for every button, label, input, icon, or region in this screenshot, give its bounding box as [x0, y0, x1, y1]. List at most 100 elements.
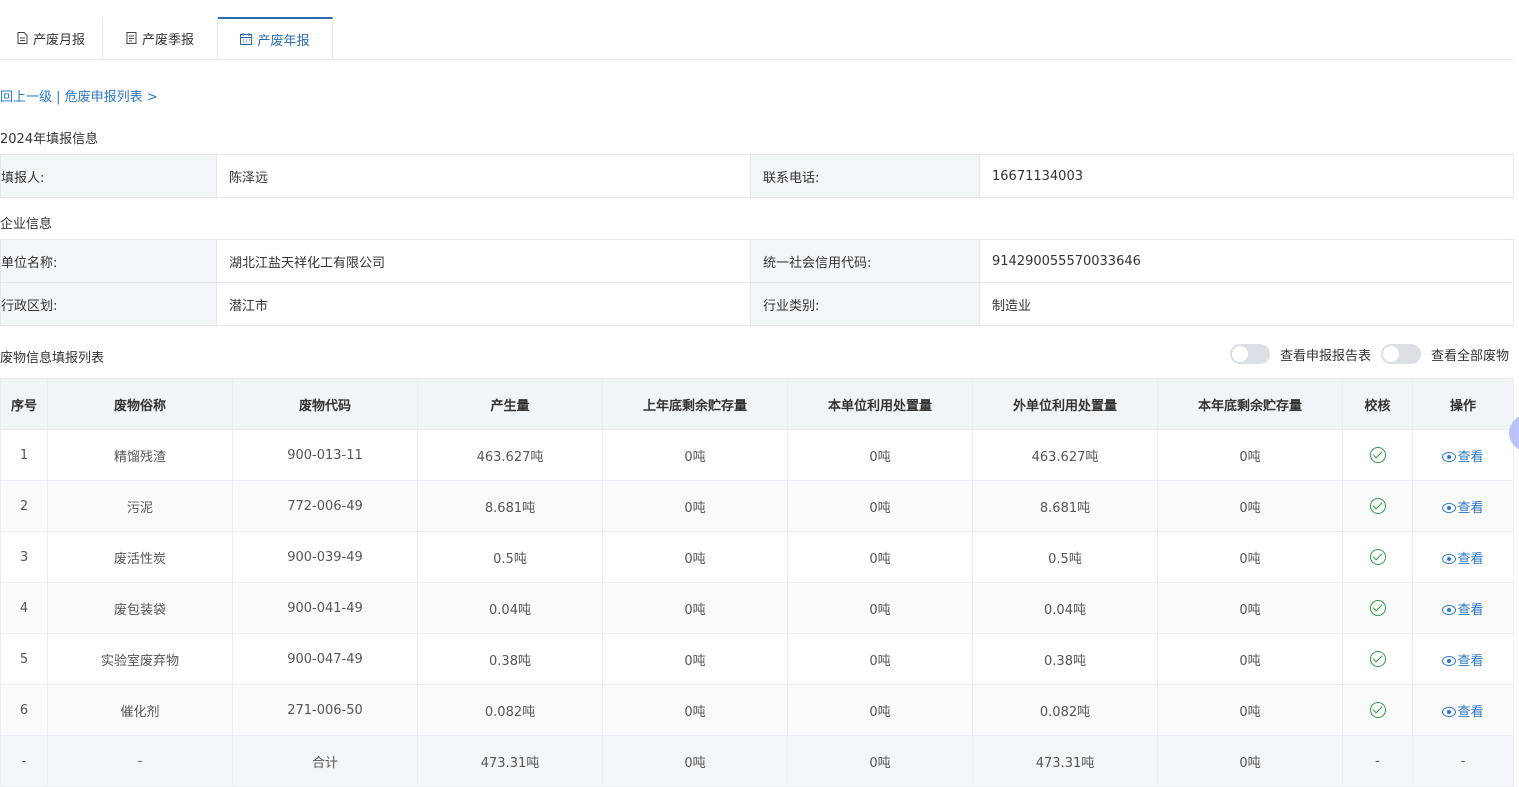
check-cell	[1342, 633, 1413, 685]
reporter-label: 填报人:	[0, 154, 217, 198]
check-cell	[1342, 684, 1413, 736]
table-row: 3 废活性炭 900-039-49 0.5吨 0吨 0吨 0.5吨 0吨 查看	[0, 531, 1514, 583]
column-header: 废物俗称	[47, 378, 233, 430]
filing-info-title: 2024年填报信息	[0, 132, 99, 147]
view-link[interactable]: 查看	[1442, 450, 1484, 465]
total-cell: 473.31吨	[417, 735, 603, 787]
tab-monthly-report[interactable]: 产废月报	[0, 17, 103, 59]
column-header: 产生量	[417, 378, 603, 430]
prev-year-stock: 0吨	[602, 531, 788, 583]
total-cell: 合计	[232, 735, 418, 787]
view-link[interactable]: 查看	[1442, 501, 1484, 516]
waste-name: 催化剂	[47, 684, 233, 736]
document-icon	[17, 32, 28, 44]
total-cell: -	[47, 735, 233, 787]
total-cell: -	[1342, 735, 1413, 787]
view-label: 查看	[1457, 653, 1484, 669]
eye-icon	[1442, 707, 1457, 717]
prev-year-stock: 0吨	[602, 633, 788, 685]
column-header: 本单位利用处置量	[787, 378, 973, 430]
year-end-stock: 0吨	[1157, 633, 1343, 685]
company-info-table: 单位名称: 湖北江盐天祥化工有限公司 统一社会信用代码: 91429005557…	[0, 239, 1514, 326]
column-header: 外单位利用处置量	[972, 378, 1158, 430]
tab-label: 产废季报	[141, 32, 194, 48]
action-cell: 查看	[1412, 582, 1514, 634]
waste-code: 772-006-49	[232, 480, 418, 532]
district-label: 行政区划:	[0, 282, 217, 326]
total-cell: 473.31吨	[972, 735, 1158, 787]
company-info-row: 单位名称: 湖北江盐天祥化工有限公司 统一社会信用代码: 91429005557…	[0, 239, 1514, 283]
industry-label: 行业类别:	[750, 282, 980, 326]
tab-label: 产废年报	[257, 33, 310, 49]
check-cell	[1342, 429, 1413, 481]
year-end-stock: 0吨	[1157, 684, 1343, 736]
company-info-row: 行政区划: 潜江市 行业类别: 制造业	[0, 282, 1514, 326]
total-cell: -	[0, 735, 48, 787]
waste-list-title: 废物信息填报列表	[0, 351, 105, 366]
waste-name: 污泥	[47, 480, 233, 532]
row-number: 4	[0, 582, 48, 634]
check-circle-icon	[1369, 651, 1386, 667]
action-cell: 查看	[1412, 531, 1514, 583]
column-header: 序号	[0, 378, 48, 430]
table-row: 4 废包装袋 900-041-49 0.04吨 0吨 0吨 0.04吨 0吨 查看	[0, 582, 1514, 634]
all-waste-toggle[interactable]	[1380, 344, 1421, 364]
action-cell: 查看	[1412, 633, 1514, 685]
breadcrumb-current-link[interactable]: 危废申报列表 >	[65, 90, 158, 105]
total-cell: 0吨	[787, 735, 973, 787]
phone-value: 16671134003	[979, 154, 1514, 198]
credit-code-value: 91429005557003364​6	[979, 239, 1514, 283]
view-label: 查看	[1457, 602, 1484, 618]
total-cell: 0吨	[1157, 735, 1343, 787]
report-table-toggle-label: 查看申报报告表	[1279, 348, 1371, 364]
row-number: 6	[0, 684, 48, 736]
view-link[interactable]: 查看	[1442, 552, 1484, 567]
waste-name: 废包装袋	[47, 582, 233, 634]
report-tabs: 产废月报 产废季报 产废年报	[0, 17, 1513, 60]
table-row: 5 实验室废弃物 900-047-49 0.38吨 0吨 0吨 0.38吨 0吨 查看	[0, 633, 1514, 685]
external-dispose-amount: 0.5吨	[972, 531, 1158, 583]
view-label: 查看	[1457, 704, 1484, 720]
column-header: 废物代码	[232, 378, 418, 430]
list-document-icon	[126, 32, 137, 44]
check-circle-icon	[1369, 702, 1386, 718]
row-number: 1	[0, 429, 48, 481]
column-header: 校核	[1342, 378, 1413, 430]
tab-quarterly-report[interactable]: 产废季报	[103, 17, 218, 59]
table-row: 6 催化剂 271-006-50 0.082吨 0吨 0吨 0.082吨 0吨 查看	[0, 684, 1514, 736]
view-link[interactable]: 查看	[1442, 653, 1484, 669]
column-header: 上年底剩余贮存量	[602, 378, 788, 430]
company-name-value: 湖北江盐天祥化工有限公司	[216, 239, 751, 283]
company-info-title: 企业信息	[0, 217, 53, 232]
prev-year-stock: 0吨	[602, 684, 788, 736]
year-end-stock: 0吨	[1157, 429, 1343, 481]
check-circle-icon	[1369, 498, 1386, 514]
row-number: 5	[0, 633, 48, 685]
filing-info-row: 填报人: 陈泽远 联系电话: 16671134003	[0, 154, 1514, 198]
total-cell: 0吨	[602, 735, 788, 787]
view-link[interactable]: 查看	[1442, 704, 1484, 720]
self-dispose-amount: 0吨	[787, 480, 973, 532]
waste-code: 900-041-49	[232, 582, 418, 634]
produced-amount: 0.5吨	[417, 531, 603, 583]
view-link[interactable]: 查看	[1442, 602, 1484, 618]
waste-code: 900-039-49	[232, 531, 418, 583]
eye-icon	[1442, 452, 1457, 462]
produced-amount: 0.38吨	[417, 633, 603, 685]
produced-amount: 0.082吨	[417, 684, 603, 736]
check-circle-icon	[1369, 447, 1386, 463]
external-dispose-amount: 8.681吨	[972, 480, 1158, 532]
credit-code-label: 统一社会信用代码:	[750, 239, 980, 283]
prev-year-stock: 0吨	[602, 429, 788, 481]
prev-year-stock: 0吨	[602, 480, 788, 532]
report-table-toggle[interactable]	[1229, 344, 1270, 364]
year-end-stock: 0吨	[1157, 582, 1343, 634]
self-dispose-amount: 0吨	[787, 582, 973, 634]
tab-annual-report[interactable]: 产废年报	[218, 17, 333, 59]
industry-value: 制造业	[979, 282, 1514, 326]
row-number: 3	[0, 531, 48, 583]
table-row: 1 精馏残渣 900-013-11 463.627吨 0吨 0吨 463.627吨 0吨 查看	[0, 429, 1514, 481]
external-dispose-amount: 0.082吨	[972, 684, 1158, 736]
breadcrumb-back-link[interactable]: 回上一级	[0, 90, 52, 105]
self-dispose-amount: 0吨	[787, 633, 973, 685]
